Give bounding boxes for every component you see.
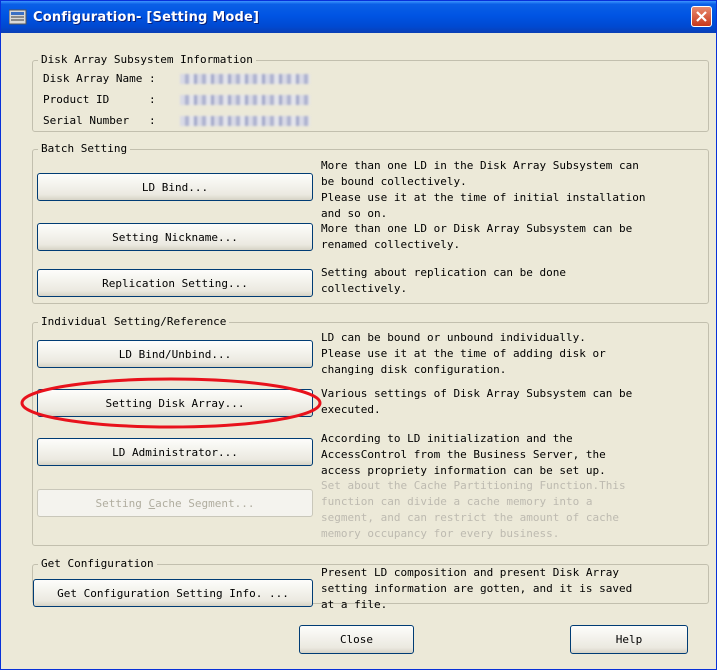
setting-cache-segment-button-label: Setting Cache Segment... [95, 496, 255, 510]
setting-cache-segment-button[interactable]: Setting Cache Segment... [37, 489, 313, 517]
disk-array-name-label: Disk Array Name : [43, 72, 156, 85]
disk-info-legend: Disk Array Subsystem Information [38, 53, 256, 66]
setting-cache-segment-description: Set about the Cache Partitioning Functio… [321, 479, 626, 540]
ld-administrator-button[interactable]: LD Administrator... [37, 438, 313, 466]
replication-setting-button[interactable]: Replication Setting... [37, 269, 313, 297]
help-button-label: Help [615, 633, 643, 646]
app-icon [9, 9, 27, 25]
replication-setting-description: Setting about replication can be done co… [321, 266, 567, 295]
window-close-button[interactable] [691, 6, 712, 27]
replication-setting-button-label: Replication Setting... [102, 276, 248, 290]
get-configuration-legend: Get Configuration [38, 557, 157, 570]
setting-nickname-description: More than one LD or Disk Array Subsystem… [321, 222, 633, 251]
disk-array-name-value [180, 74, 310, 84]
ld-bind-button-label: LD Bind... [141, 180, 209, 194]
ld-bind-unbind-button-label: LD Bind/Unbind... [118, 347, 232, 361]
close-button[interactable]: Close [299, 625, 414, 654]
window-title: Configuration- [Setting Mode] [33, 10, 260, 25]
get-configuration-description: Present LD composition and present Disk … [321, 566, 633, 611]
setting-nickname-button[interactable]: Setting Nickname... [37, 223, 313, 251]
ld-administrator-button-label: LD Administrator... [112, 445, 238, 459]
setting-disk-array-button[interactable]: Setting Disk Array... [37, 389, 313, 417]
get-configuration-info-button-label: Get Configuration Setting Info. ... [57, 586, 289, 600]
title-bar[interactable]: Configuration- [Setting Mode] [1, 1, 716, 33]
individual-setting-legend: Individual Setting/Reference [38, 315, 230, 328]
ld-administrator-description: According to LD initialization and the A… [321, 432, 606, 477]
setting-disk-array-button-label: Setting Disk Array... [105, 396, 245, 410]
help-button[interactable]: Help [570, 625, 688, 654]
batch-setting-legend: Batch Setting [38, 142, 131, 155]
ld-bind-unbind-button[interactable]: LD Bind/Unbind... [37, 340, 313, 368]
close-icon [696, 11, 707, 22]
ld-bind-description: More than one LD in the Disk Array Subsy… [321, 159, 646, 220]
ld-bind-unbind-description: LD can be bound or unbound individually.… [321, 331, 606, 376]
product-id-value [180, 95, 310, 105]
configuration-window: Configuration- [Setting Mode] Disk Array… [0, 0, 717, 670]
setting-nickname-button-label: Setting Nickname... [112, 230, 238, 244]
get-configuration-info-button[interactable]: Get Configuration Setting Info. ... [33, 579, 313, 607]
serial-number-label: Serial Number : [43, 114, 156, 127]
disk-info-group: Disk Array Subsystem Information Disk Ar… [32, 53, 709, 132]
setting-disk-array-description: Various settings of Disk Array Subsystem… [321, 387, 633, 416]
ld-bind-button[interactable]: LD Bind... [37, 173, 313, 201]
close-button-label: Close [339, 633, 374, 646]
product-id-label: Product ID : [43, 93, 156, 106]
serial-number-value [180, 116, 310, 126]
